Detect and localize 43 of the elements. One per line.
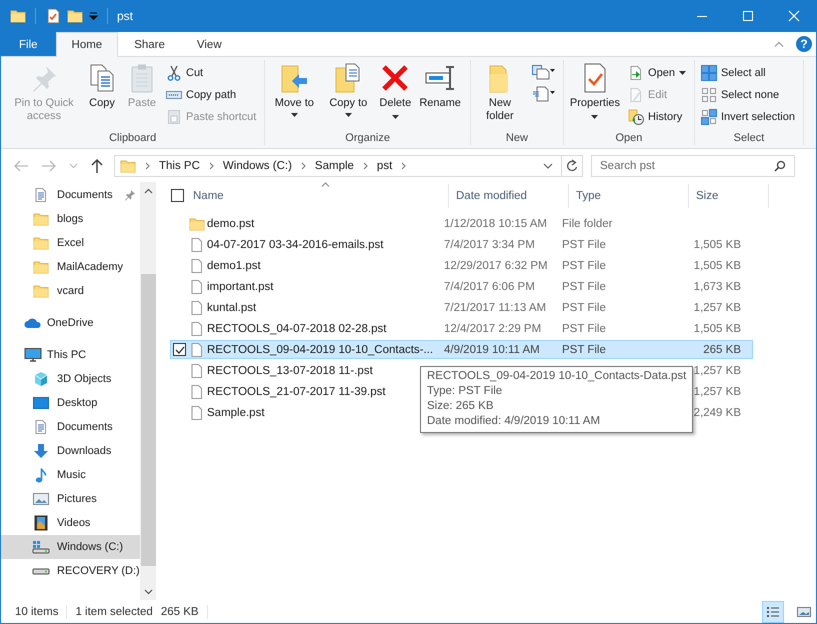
file-size: 1,505 KB: [692, 322, 741, 334]
file-size: 1,257 KB: [692, 302, 741, 314]
file-name: 04-07-2017 03-34-2016-emails.pst: [207, 238, 384, 250]
file-type: File folder: [561, 218, 614, 230]
date-modified: 4/9/2019 10:11 AM: [443, 344, 541, 356]
file-type: PST File: [561, 238, 607, 250]
group-label: New: [504, 132, 529, 145]
file-type: PST File: [561, 302, 607, 314]
tooltip-text: Date modified: 4/9/2019 10:11 AM: [427, 414, 602, 429]
file-size: 1,505 KB: [692, 238, 741, 250]
selection-count: 1 item selected: [75, 606, 153, 618]
file-name: RECTOOLS_09-04-2019 10-10_Contacts-...: [207, 344, 434, 356]
group-label: Clipboard: [108, 132, 158, 145]
tooltip-text: RECTOOLS_09-04-2019 10-10_Contacts-Data.pst: [427, 369, 686, 384]
date-modified: 12/29/2017 6:32 PM: [443, 260, 549, 272]
file-type: PST File: [561, 260, 607, 272]
file-name: demo.pst: [207, 218, 256, 230]
tooltip-text: Size: 265 KB: [427, 399, 494, 414]
file-type: PST File: [561, 280, 607, 292]
file-size: 2,249 KB: [692, 406, 741, 418]
file-size: 265 KB: [702, 344, 741, 356]
file-name: RECTOOLS_04-07-2018 02-28.pst: [207, 322, 388, 334]
file-name: Sample.pst: [207, 406, 266, 418]
selection-size: 265 KB: [160, 606, 199, 618]
file-name: demo1.pst: [207, 260, 262, 272]
item-count: 10 items: [15, 606, 58, 618]
group-label: Select: [732, 132, 766, 145]
date-modified: 12/4/2017 2:29 PM: [443, 322, 542, 334]
file-type: PST File: [561, 344, 607, 356]
window-title: pst: [117, 9, 134, 23]
date-modified: 7/4/2017 3:34 PM: [443, 238, 536, 250]
file-name: kuntal.pst: [207, 302, 258, 314]
file-size: 1,673 KB: [692, 280, 741, 292]
file-type: PST File: [561, 322, 607, 334]
date-modified: 7/4/2017 6:06 PM: [443, 280, 536, 292]
group-label: Open: [614, 132, 644, 145]
tooltip-text: Type: PST File: [427, 384, 504, 399]
date-modified: 7/21/2017 11:13 AM: [443, 302, 548, 314]
file-name: important.pst: [207, 280, 274, 292]
file-size: 1,505 KB: [692, 260, 741, 272]
date-modified: 1/12/2018 10:15 AM: [443, 218, 548, 230]
file-size: 1,257 KB: [692, 386, 741, 398]
group-label: Organize: [344, 132, 391, 145]
